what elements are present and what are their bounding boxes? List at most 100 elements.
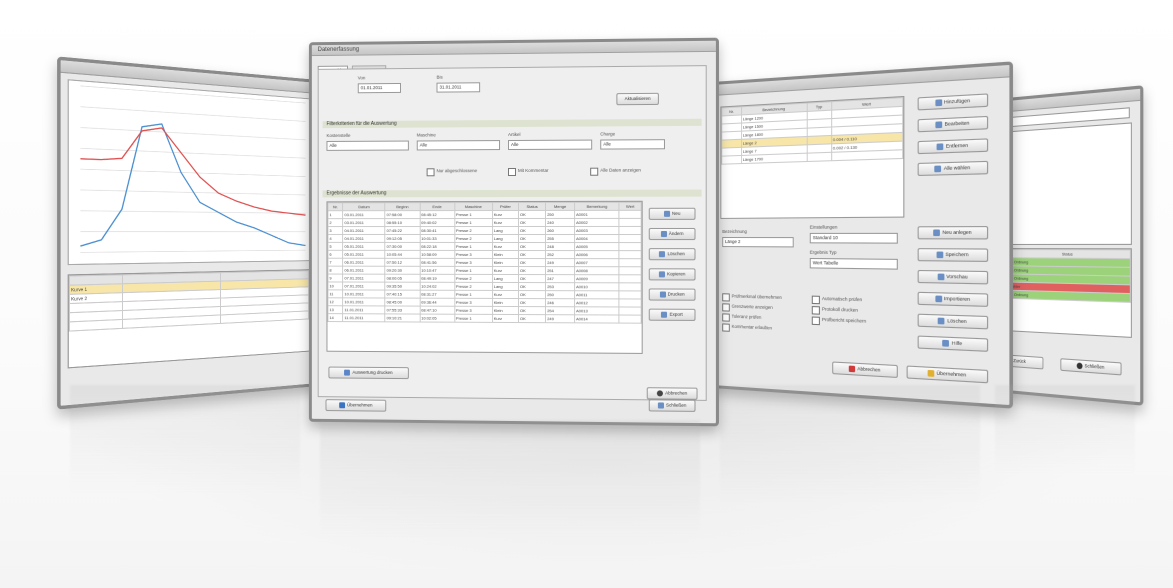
select-all-button[interactable]: Alle wählen [917,160,989,177]
create-icon [933,229,941,236]
table-cell: 10:02:05 [419,314,455,323]
checkbox[interactable] [811,306,820,315]
close-button[interactable]: Schließen [1060,358,1122,376]
import-button[interactable]: Importieren [917,291,989,307]
checkbox[interactable] [722,293,730,302]
table-cell: A0008 [574,266,620,275]
filter-select[interactable]: Alle [508,139,593,151]
table-row[interactable]: 3 04.01.2011 07:45:22 08:30:41 Presse 2 Lang O… [327,226,642,235]
column-header[interactable]: Ende [419,202,455,211]
table-cell: 04.01.2011 [342,234,386,243]
table-cell: OK [518,306,546,315]
side-button[interactable]: Kopieren [648,268,696,281]
line-chart [69,80,309,264]
table-cell: 10:05:44 [385,250,420,259]
table-cell: 2 [327,218,343,227]
table-row[interactable]: 2 03.01.2011 08:55:10 09:40:02 Presse 1 Kurz O… [327,218,642,227]
result-type-select[interactable]: Wert Tabelle [809,257,898,270]
column-header[interactable]: Status [518,202,546,211]
checkbox[interactable] [590,167,599,176]
table-cell: 06.01.2011 [342,258,386,267]
preview-button[interactable]: Vorschau [917,269,989,285]
create-button[interactable]: Neu anlegen [917,226,989,240]
checkbox[interactable] [811,295,820,305]
help-button[interactable]: Hilfe [917,335,989,352]
print-report-button[interactable]: Auswertung drucken [328,366,409,380]
save-button[interactable]: Speichern [917,248,989,262]
date-from-field[interactable]: 01.01.2011 [357,82,401,94]
designation-field[interactable]: Länge 2 [722,237,794,248]
settings-window-titlebar [714,64,1010,96]
table-cell: OK [518,218,546,227]
checkbox[interactable] [722,303,730,312]
date-from-label: Von [357,75,366,81]
delete-button[interactable]: Löschen [917,313,989,330]
filter-select[interactable]: Alle [600,139,665,150]
table-cell: 07.01.2011 [342,282,386,291]
column-header[interactable]: Bemerkung [574,202,620,211]
table-cell: A0005 [574,242,620,251]
refresh-button[interactable]: Aktualisieren [616,92,659,106]
checkbox[interactable] [508,167,516,177]
table-cell: 05.01.2011 [342,242,386,251]
checkbox[interactable] [722,313,730,322]
apply-button[interactable]: Übernehmen [325,399,387,412]
side-button[interactable]: Neu [648,207,696,220]
side-button[interactable]: Löschen [648,248,696,261]
side-button[interactable]: Drucken [648,288,696,301]
side-button[interactable]: Ändern [648,227,696,241]
table-row[interactable]: 14 11.01.2011 09:10:21 10:02:05 Presse 1 Kurz… [327,313,642,324]
table-cell [619,306,642,316]
select-all-icon [934,165,942,173]
settings-window: Nr. Bezeichnung Typ Wert Länge 1200 Läng… [712,61,1014,409]
settings-select[interactable]: Standard 10 [809,232,898,244]
table-cell: 248 [545,242,575,251]
table-cell: OK [518,282,546,291]
cancel-button[interactable]: Abbrechen [646,387,698,400]
checkbox-label: Alle Daten anzeigen [600,167,641,173]
date-to-label: Bis [436,74,443,80]
table-row[interactable]: 4 04.01.2011 09:12:05 10:01:33 Presse 2 Lang O… [327,234,642,243]
table-cell [619,315,642,324]
checkbox[interactable] [811,316,820,326]
table-cell: 03.01.2011 [342,218,386,227]
table-cell: Presse 1 [454,210,493,219]
side-button[interactable]: Schließen [648,399,696,412]
checkbox[interactable] [722,323,730,332]
column-header[interactable]: Wert [619,202,642,211]
table-row[interactable]: 1 03.01.2011 07:58:00 08:45:12 Presse 1 Kurz O… [327,210,642,219]
table-cell: 4 [327,234,343,243]
button-icon [657,402,664,409]
filter-select[interactable]: Alle [416,140,501,151]
column-header[interactable]: Prüfer [492,202,519,211]
column-header[interactable]: Datum [342,202,386,211]
table-cell: 254 [545,306,575,315]
column-header[interactable]: Menge [545,202,575,211]
side-button-column: Neu Ändern Löschen Kopieren Drucken Export Sch… [648,207,696,412]
table-cell: OK [518,242,546,251]
table-cell: 03.01.2011 [342,210,386,219]
table-cell: 08:45:00 [385,298,420,307]
ok-button[interactable]: Übernehmen [906,365,989,384]
side-button[interactable]: Export [648,308,696,321]
table-cell: Klein [492,298,519,307]
button-icon [658,271,665,278]
column-header[interactable]: Maschine [454,202,493,211]
table-cell: OK [518,298,546,307]
table-cell: Presse 2 [454,282,493,291]
checkbox-label: Grenzwerte anzeigen [731,303,773,310]
edit-button[interactable]: Bearbeiten [917,115,989,133]
table-cell: 13 [327,305,343,314]
date-to-field[interactable]: 31.01.2011 [436,82,481,93]
column-header[interactable]: Beginn [385,202,420,211]
table-cell: OK [518,210,546,219]
cancel-button[interactable]: Abbrechen [832,361,898,379]
filter-select[interactable]: Alle [326,140,409,151]
table-cell: 5 [327,242,343,251]
column-header[interactable]: Nr. [327,202,343,211]
checkbox[interactable] [426,168,435,177]
table-cell: 11 [327,289,343,298]
remove-button[interactable]: Entfernen [917,138,989,155]
table-cell [619,226,642,235]
add-button[interactable]: Hinzufügen [917,93,989,111]
